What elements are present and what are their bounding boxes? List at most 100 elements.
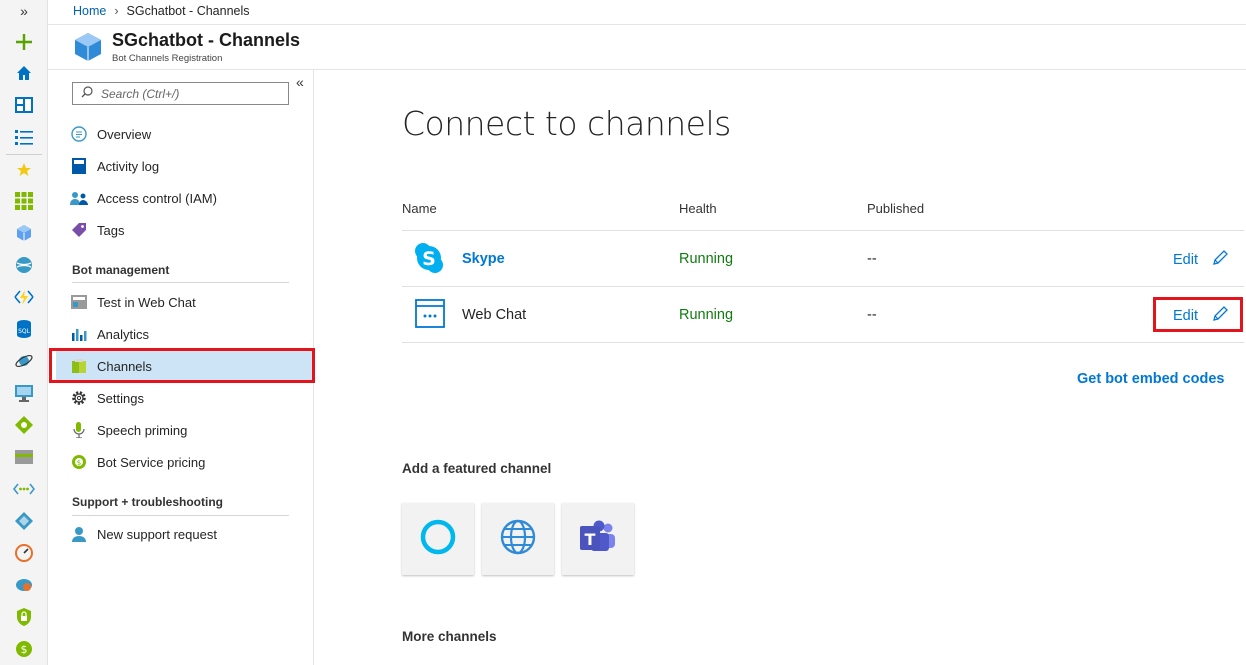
divider: [402, 342, 1244, 343]
microsoft-teams-icon: T: [578, 518, 618, 561]
breadcrumb-home-link[interactable]: Home: [73, 4, 106, 18]
all-resources-icon[interactable]: [12, 189, 36, 213]
divider: [402, 230, 1244, 231]
svg-text:SQL: SQL: [18, 328, 31, 335]
add-cortana-channel-tile[interactable]: [402, 503, 474, 575]
menu-item-bot-service-pricing[interactable]: $ Bot Service pricing: [56, 447, 314, 477]
page-title: SGchatbot - Channels: [112, 30, 301, 50]
menu-item-access-control[interactable]: Access control (IAM): [56, 183, 314, 213]
cosmos-db-icon[interactable]: [12, 349, 36, 373]
bot-channels-registration-icon: [73, 32, 103, 62]
skype-icon: S: [414, 242, 444, 274]
security-center-icon[interactable]: [12, 605, 36, 629]
monitor-icon[interactable]: [12, 541, 36, 565]
highlight-box-channels: [49, 348, 315, 383]
section-heading-support: Support + troubleshooting: [72, 495, 223, 509]
published-value: --: [867, 251, 877, 267]
search-icon: [81, 86, 93, 101]
dashboard-icon[interactable]: [12, 93, 36, 117]
more-channels-heading: More channels: [402, 629, 497, 644]
page-subtitle: Bot Channels Registration: [112, 53, 223, 64]
menu-item-test-in-web-chat[interactable]: Test in Web Chat: [56, 287, 314, 317]
menu-item-tags[interactable]: Tags: [56, 215, 314, 245]
support-person-icon: [70, 525, 88, 543]
resource-groups-icon[interactable]: [12, 221, 36, 245]
menu-item-label: Overview: [97, 126, 152, 142]
collapse-menu-button[interactable]: «: [296, 74, 304, 90]
breadcrumb-current: SGchatbot - Channels: [126, 4, 250, 18]
settings-gear-icon: [70, 389, 88, 407]
section-title: Connect to channels: [402, 104, 731, 143]
edit-channel-button[interactable]: Edit: [1173, 250, 1228, 270]
menu-item-label: Settings: [97, 390, 144, 406]
azure-ad-icon[interactable]: [12, 509, 36, 533]
add-microsoft-teams-channel-tile[interactable]: T: [562, 503, 634, 575]
menu-item-analytics[interactable]: Analytics: [56, 319, 314, 349]
divider: [48, 24, 1246, 25]
create-resource-icon[interactable]: [12, 30, 36, 54]
analytics-icon: [70, 325, 88, 343]
breadcrumb: Home › SGchatbot - Channels: [73, 4, 250, 18]
column-header-published: Published: [867, 201, 925, 216]
svg-text:$: $: [77, 459, 81, 467]
virtual-networks-icon[interactable]: [12, 477, 36, 501]
webchat-window-icon: [415, 299, 445, 329]
svg-text:$: $: [21, 643, 28, 656]
health-status: Running: [679, 251, 734, 267]
menu-item-settings[interactable]: Settings: [56, 383, 314, 413]
activity-log-icon: [70, 157, 88, 175]
search-input[interactable]: Search (Ctrl+/): [72, 82, 289, 105]
highlight-box-edit: [1153, 297, 1243, 332]
iam-icon: [70, 189, 88, 207]
cost-management-icon[interactable]: $: [12, 637, 36, 661]
search-placeholder: Search (Ctrl+/): [101, 86, 180, 101]
edit-label: Edit: [1173, 252, 1198, 268]
divider: [402, 286, 1244, 287]
svg-text:S: S: [422, 248, 436, 270]
pencil-icon: [1212, 250, 1228, 270]
column-header-name: Name: [402, 201, 437, 216]
add-direct-line-channel-tile[interactable]: [482, 503, 554, 575]
get-bot-embed-codes-link[interactable]: Get bot embed codes: [1077, 371, 1224, 387]
overview-icon: [70, 125, 88, 143]
menu-item-new-support-request[interactable]: New support request: [56, 519, 314, 549]
column-header-health: Health: [679, 201, 717, 216]
storage-accounts-icon[interactable]: [12, 445, 36, 469]
rail-divider: [6, 154, 42, 155]
menu-item-label: Bot Service pricing: [97, 454, 206, 470]
menu-item-label: Access control (IAM): [97, 190, 217, 206]
divider: [72, 515, 289, 516]
cortana-icon: [419, 518, 457, 561]
function-apps-icon[interactable]: [12, 285, 36, 309]
menu-item-label: Activity log: [97, 158, 160, 174]
menu-item-label: Test in Web Chat: [97, 294, 196, 310]
health-status: Running: [679, 307, 734, 323]
favorites-star-icon: [12, 158, 36, 182]
virtual-machines-icon[interactable]: [12, 381, 36, 405]
load-balancers-icon[interactable]: [12, 413, 36, 437]
menu-item-label: Tags: [97, 222, 125, 238]
menu-item-label: Speech priming: [97, 422, 188, 438]
all-services-icon[interactable]: [12, 125, 36, 149]
channel-name: Web Chat: [462, 307, 527, 323]
portal-sidebar: » SQL $: [0, 0, 48, 665]
menu-item-activity-log[interactable]: Activity log: [56, 151, 314, 181]
menu-item-label: Analytics: [97, 326, 150, 342]
microphone-icon: [70, 421, 88, 439]
featured-channels-heading: Add a featured channel: [402, 461, 552, 476]
home-icon[interactable]: [12, 61, 36, 85]
chevron-right-icon: ›: [114, 4, 119, 18]
advisor-icon[interactable]: [12, 573, 36, 597]
sql-databases-icon[interactable]: SQL: [12, 317, 36, 341]
section-heading-bot-management: Bot management: [72, 263, 170, 277]
channel-name-link[interactable]: Skype: [462, 251, 505, 267]
menu-item-speech-priming[interactable]: Speech priming: [56, 415, 314, 445]
tag-icon: [70, 221, 88, 239]
menu-item-overview[interactable]: Overview: [56, 119, 314, 149]
divider: [72, 282, 289, 283]
test-webchat-icon: [70, 293, 88, 311]
menu-item-label: New support request: [97, 526, 217, 542]
published-value: --: [867, 307, 877, 323]
expand-sidebar-button[interactable]: »: [12, 0, 36, 22]
app-services-icon[interactable]: [12, 253, 36, 277]
